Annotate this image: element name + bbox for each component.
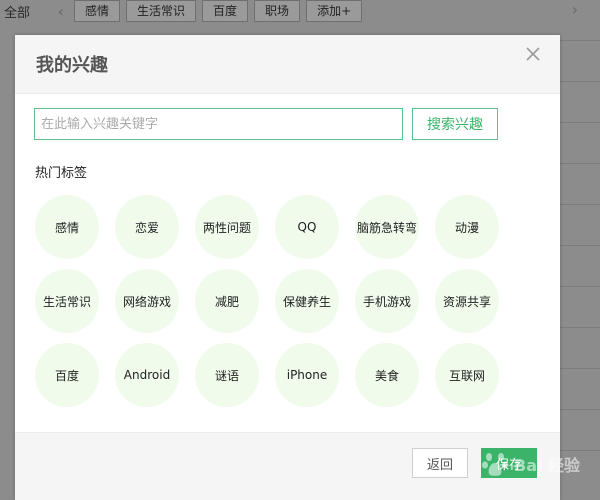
chevron-right-icon: › <box>571 0 578 19</box>
page: 全部 ‹ 感情 生活常识 百度 职场 添加+ › 我的兴趣 搜索兴趣 热 <box>0 0 600 500</box>
paw-icon <box>482 453 508 476</box>
background-tag: 添加+ <box>306 0 363 22</box>
background-tag: 生活常识 <box>126 0 197 22</box>
back-button[interactable]: 返回 <box>412 448 468 478</box>
hot-tag[interactable]: 美食 <box>355 343 419 407</box>
modal-title: 我的兴趣 <box>36 55 108 76</box>
hot-tag[interactable]: 资源共享 <box>435 269 499 333</box>
watermark-text: Bai 经验 <box>514 456 581 475</box>
search-input[interactable] <box>34 108 403 140</box>
hot-tag[interactable]: 手机游戏 <box>355 269 419 333</box>
background-all-label: 全部 <box>4 5 31 21</box>
hot-tag[interactable]: QQ <box>275 195 339 259</box>
background-tag: 职场 <box>254 0 301 22</box>
hot-tag[interactable]: iPhone <box>275 343 339 407</box>
search-button[interactable]: 搜索兴趣 <box>412 108 498 140</box>
close-icon[interactable] <box>522 45 544 67</box>
hot-tag[interactable]: 网络游戏 <box>115 269 179 333</box>
baidu-jingyan-watermark: Bai 经验 <box>480 447 590 481</box>
chevron-left-icon: ‹ <box>57 1 65 21</box>
hot-tag[interactable]: Android <box>115 343 179 407</box>
hot-tag[interactable]: 感情 <box>35 195 99 259</box>
hot-tags-heading: 热门标签 <box>35 166 88 181</box>
interest-modal: 我的兴趣 搜索兴趣 热门标签 感情 恋爱 两性问题 QQ 脑筋急转弯 动漫 生活… <box>15 35 560 500</box>
hot-tag[interactable]: 百度 <box>35 343 99 407</box>
background-list-lines <box>560 40 600 480</box>
hot-tag[interactable]: 减肥 <box>195 269 259 333</box>
hot-tag[interactable]: 保健养生 <box>275 269 339 333</box>
hot-tag[interactable]: 互联网 <box>435 343 499 407</box>
search-row: 搜索兴趣 <box>34 108 504 142</box>
background-tag: 百度 <box>202 0 249 22</box>
modal-header: 我的兴趣 <box>15 35 560 94</box>
hot-tag[interactable]: 谜语 <box>195 343 259 407</box>
background-tag: 感情 <box>74 0 121 22</box>
hot-tag[interactable]: 恋爱 <box>115 195 179 259</box>
hot-tag[interactable]: 两性问题 <box>195 195 259 259</box>
hot-tag[interactable]: 生活常识 <box>35 269 99 333</box>
background-tag-bar: 全部 ‹ 感情 生活常识 百度 职场 添加+ › <box>0 0 600 22</box>
modal-footer: 返回 保存 <box>15 432 560 500</box>
hot-tag[interactable]: 动漫 <box>435 195 499 259</box>
hot-tag[interactable]: 脑筋急转弯 <box>355 195 419 259</box>
